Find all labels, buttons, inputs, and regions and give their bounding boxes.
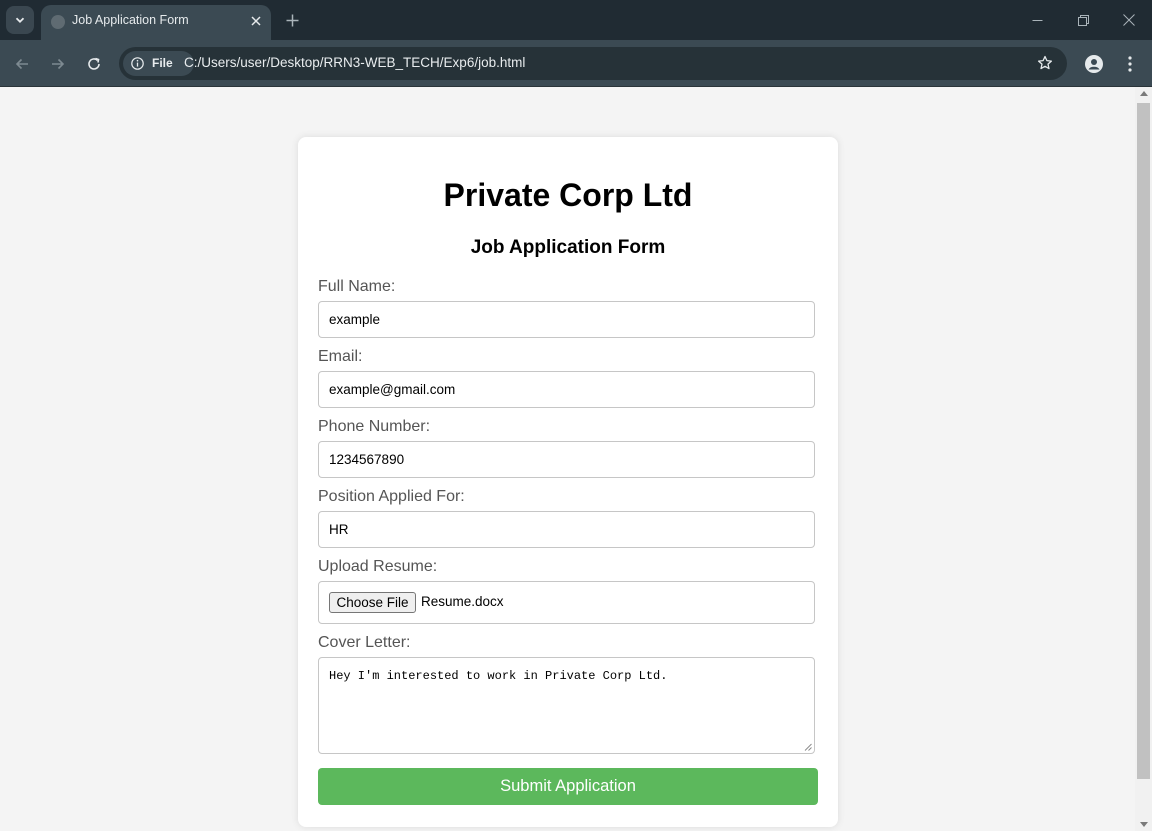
- info-icon: [131, 57, 144, 70]
- cover-letter-text: Hey I'm interested to work in Private Co…: [329, 669, 668, 683]
- star-icon: [1037, 55, 1053, 70]
- bookmark-button[interactable]: [1035, 53, 1055, 73]
- minimize-button[interactable]: [1022, 8, 1052, 32]
- url-text[interactable]: C:/Users/user/Desktop/RRN3-WEB_TECH/Exp6…: [184, 55, 525, 70]
- window-close-button[interactable]: [1114, 8, 1144, 32]
- restore-icon: [1077, 14, 1089, 26]
- back-button[interactable]: [8, 50, 36, 78]
- cover-letter-label: Cover Letter:: [318, 634, 411, 651]
- globe-icon: [51, 15, 65, 29]
- browser-tab-active[interactable]: Job Application Form: [41, 5, 271, 40]
- reload-icon: [88, 57, 100, 70]
- position-label: Position Applied For:: [318, 488, 465, 505]
- email-input[interactable]: [318, 371, 815, 408]
- minimize-icon: [1032, 19, 1042, 21]
- window-close-icon: [1123, 14, 1135, 26]
- new-tab-button[interactable]: [281, 9, 303, 31]
- chevron-down-icon: [15, 17, 25, 23]
- resume-label: Upload Resume:: [318, 558, 438, 575]
- reload-button[interactable]: [80, 50, 108, 78]
- resume-file-input[interactable]: Choose File Resume.docx: [318, 581, 815, 624]
- full-name-label: Full Name:: [318, 278, 396, 295]
- page-viewport: Private Corp Ltd Job Application Form Fu…: [0, 87, 1135, 831]
- forward-arrow-icon: [52, 58, 65, 70]
- close-icon: [251, 16, 261, 26]
- position-input[interactable]: [318, 511, 815, 548]
- company-heading: Private Corp Ltd: [443, 177, 693, 213]
- profile-icon: [1085, 55, 1103, 73]
- cover-letter-textarea[interactable]: Hey I'm interested to work in Private Co…: [318, 657, 815, 754]
- application-form-card: Private Corp Ltd Job Application Form Fu…: [298, 137, 838, 827]
- tab-title: Job Application Form: [72, 13, 189, 27]
- resize-grip-icon[interactable]: [804, 743, 812, 751]
- tab-search-button[interactable]: [6, 6, 34, 34]
- scroll-up-arrow-icon[interactable]: [1140, 91, 1148, 96]
- form-title: Job Application Form: [470, 237, 666, 258]
- full-name-input[interactable]: [318, 301, 815, 338]
- choose-file-button[interactable]: Choose File: [329, 592, 416, 613]
- submit-application-button[interactable]: Submit Application: [318, 768, 818, 805]
- browser-titlebar: Job Application Form: [0, 0, 1152, 40]
- page-scrollbar[interactable]: [1135, 87, 1152, 831]
- profile-button[interactable]: [1081, 51, 1107, 77]
- more-vert-icon: [1128, 56, 1132, 72]
- forward-button[interactable]: [44, 50, 72, 78]
- plus-icon: [286, 14, 298, 26]
- browser-menu-button[interactable]: [1118, 51, 1142, 77]
- selected-file-name: Resume.docx: [421, 594, 504, 609]
- phone-label: Phone Number:: [318, 418, 431, 435]
- scroll-down-arrow-icon[interactable]: [1140, 822, 1148, 827]
- email-label: Email:: [318, 348, 363, 365]
- restore-button[interactable]: [1068, 8, 1098, 32]
- back-arrow-icon: [15, 58, 28, 70]
- site-chip-label: File: [152, 56, 173, 70]
- tab-close-button[interactable]: [247, 12, 265, 30]
- scrollbar-thumb[interactable]: [1137, 103, 1150, 779]
- phone-input[interactable]: [318, 441, 815, 478]
- address-bar[interactable]: File C:/Users/user/Desktop/RRN3-WEB_TECH…: [119, 47, 1067, 80]
- browser-toolbar: File C:/Users/user/Desktop/RRN3-WEB_TECH…: [0, 40, 1152, 87]
